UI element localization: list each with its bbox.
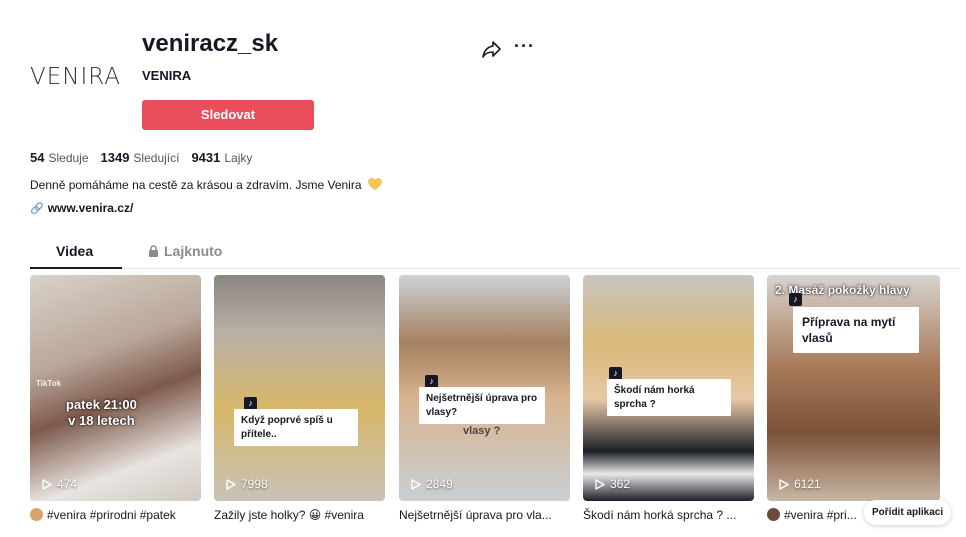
following-count[interactable]: 54 Sleduje [30, 150, 89, 165]
video-card[interactable]: TikTok patek 21:00 v 18 letech 474 [30, 275, 201, 501]
video-grid: TikTok patek 21:00 v 18 letech 474 #veni… [30, 275, 940, 522]
video-caption[interactable]: #venira #prirodni #patek [30, 508, 216, 522]
video-overlay-text: Nejšetrnější úprava pro vlasy? [419, 387, 545, 424]
view-count: 6121 [779, 477, 821, 491]
profile-website-link[interactable]: 🔗 www.venira.cz/ [30, 201, 133, 215]
tiktok-logo-icon: ♪ [789, 293, 802, 306]
view-count: 362 [595, 477, 630, 491]
yellow-heart-icon [368, 178, 382, 190]
play-icon [226, 478, 236, 490]
profile-username: veniracz_sk [142, 30, 279, 57]
video-overlay-text: Škodí nám horká sprcha ? [607, 379, 731, 416]
tabs-divider [30, 268, 960, 269]
likes-count: 9431 Lajky [191, 150, 253, 165]
more-options-icon[interactable]: ··· [514, 36, 535, 57]
video-overlay-text: Příprava na mytí vlasů [793, 307, 919, 354]
video-background-text: vlasy ? [463, 425, 501, 437]
monkey-emoji-icon [30, 508, 43, 521]
video-card[interactable]: ♪ Škodí nám horká sprcha ? 362 [583, 275, 754, 501]
profile-bio: Denně pomáháme na cestě za krásou a zdra… [30, 178, 382, 192]
video-card[interactable]: 2. Masáž pokožky hlavy ♪ Příprava na myt… [767, 275, 940, 501]
video-overlay-text: Když poprvé spíš u přítele.. [234, 409, 358, 446]
view-count: 7998 [226, 477, 268, 491]
lock-icon [149, 245, 158, 257]
followers-count[interactable]: 1349 Sledující [101, 150, 180, 165]
video-caption[interactable]: Nejšetrnější úprava pro vla... [399, 508, 585, 522]
video-caption[interactable]: Zažily jste holky? 😀 #venira [214, 508, 400, 522]
tab-videos[interactable]: Videa [56, 243, 93, 259]
video-overlay-text: patek 21:00 v 18 letech [66, 397, 137, 429]
profile-tabs: Videa Lajknuto [30, 243, 960, 269]
woman-emoji-icon [767, 508, 780, 521]
view-count: 2849 [411, 477, 453, 491]
play-icon [411, 478, 421, 490]
video-caption[interactable]: Škodí nám horká sprcha ? ... [583, 508, 769, 522]
video-caption[interactable]: #venira #pri... [767, 508, 867, 522]
get-app-button[interactable]: Pořídit aplikaci [864, 500, 952, 525]
video-card[interactable]: ♪ Když poprvé spíš u přítele.. 7998 [214, 275, 385, 501]
tab-liked-label: Lajknuto [164, 243, 223, 259]
play-icon [779, 478, 789, 490]
follow-button[interactable]: Sledovat [142, 100, 314, 130]
share-icon[interactable] [482, 40, 502, 58]
tiktok-watermark: TikTok [36, 379, 62, 388]
play-icon [595, 478, 605, 490]
play-icon [42, 478, 52, 490]
active-tab-indicator [30, 267, 122, 269]
profile-nickname: VENIRA [142, 68, 192, 83]
profile-stats: 54 Sleduje 1349 Sledující 9431 Lajky [30, 150, 252, 165]
link-icon: 🔗 [30, 202, 44, 215]
profile-avatar-logo[interactable]: VENIRA [30, 64, 121, 90]
video-card[interactable]: vlasy ? ♪ Nejšetrnější úprava pro vlasy?… [399, 275, 570, 501]
website-text[interactable]: www.venira.cz/ [48, 201, 134, 215]
view-count: 474 [42, 477, 77, 491]
tab-liked[interactable]: Lajknuto [148, 243, 222, 259]
